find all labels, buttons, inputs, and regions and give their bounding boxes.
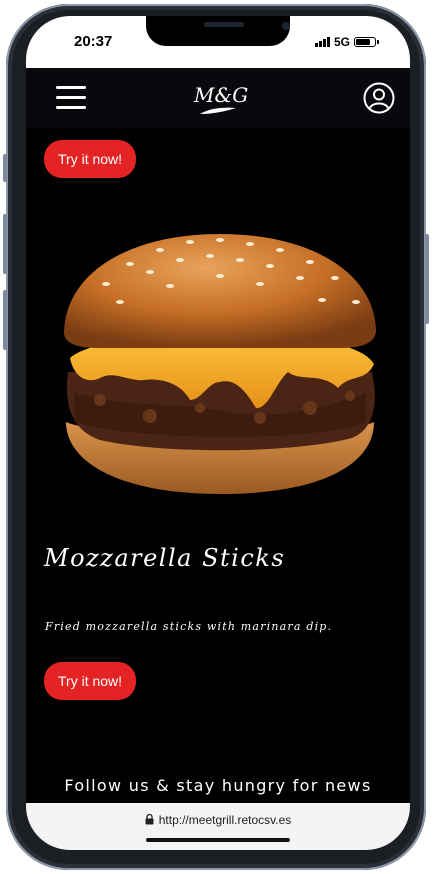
signal-icon: [314, 37, 330, 47]
logo-text: M&G: [194, 83, 249, 107]
user-circle-icon[interactable]: [363, 82, 395, 114]
try-it-now-button[interactable]: Try it now!: [44, 662, 137, 700]
logo-knife-icon: [200, 107, 236, 114]
logo[interactable]: M&G: [194, 78, 248, 118]
front-camera: [282, 22, 290, 30]
main-content: Try it now! Mozzarella Sticks Fried mozz…: [26, 128, 410, 803]
side-button-power: [425, 234, 429, 324]
speaker: [204, 22, 244, 27]
navbar: M&G: [26, 68, 410, 128]
burger-image: [64, 234, 376, 494]
phone-screen: 20:37 5G M&G Try it now! Mozzarella Stic…: [26, 16, 410, 850]
product-description: Fried mozzarella sticks with marinara di…: [45, 620, 333, 633]
url-display[interactable]: http://meetgrill.retocsv.es: [26, 813, 410, 827]
status-time: 20:37: [74, 33, 113, 50]
follow-us-heading: Follow us & stay hungry for news: [64, 776, 372, 795]
status-indicators: 5G: [314, 35, 379, 49]
notch: [146, 16, 290, 46]
url-text: http://meetgrill.retocsv.es: [158, 813, 292, 827]
network-label: 5G: [333, 35, 350, 49]
side-button-volume-up: [3, 214, 7, 274]
try-it-now-button-top[interactable]: Try it now!: [44, 140, 137, 178]
lock-icon: [145, 814, 154, 825]
side-button-volume-down: [3, 290, 7, 350]
product-title: Mozzarella Sticks: [44, 544, 286, 572]
browser-url-bar[interactable]: http://meetgrill.retocsv.es: [26, 803, 410, 850]
hamburger-menu-icon[interactable]: [56, 86, 86, 110]
battery-icon: [354, 37, 379, 47]
status-bar: 20:37 5G: [26, 16, 410, 68]
side-button-mute: [3, 154, 7, 182]
home-indicator[interactable]: [146, 838, 290, 842]
